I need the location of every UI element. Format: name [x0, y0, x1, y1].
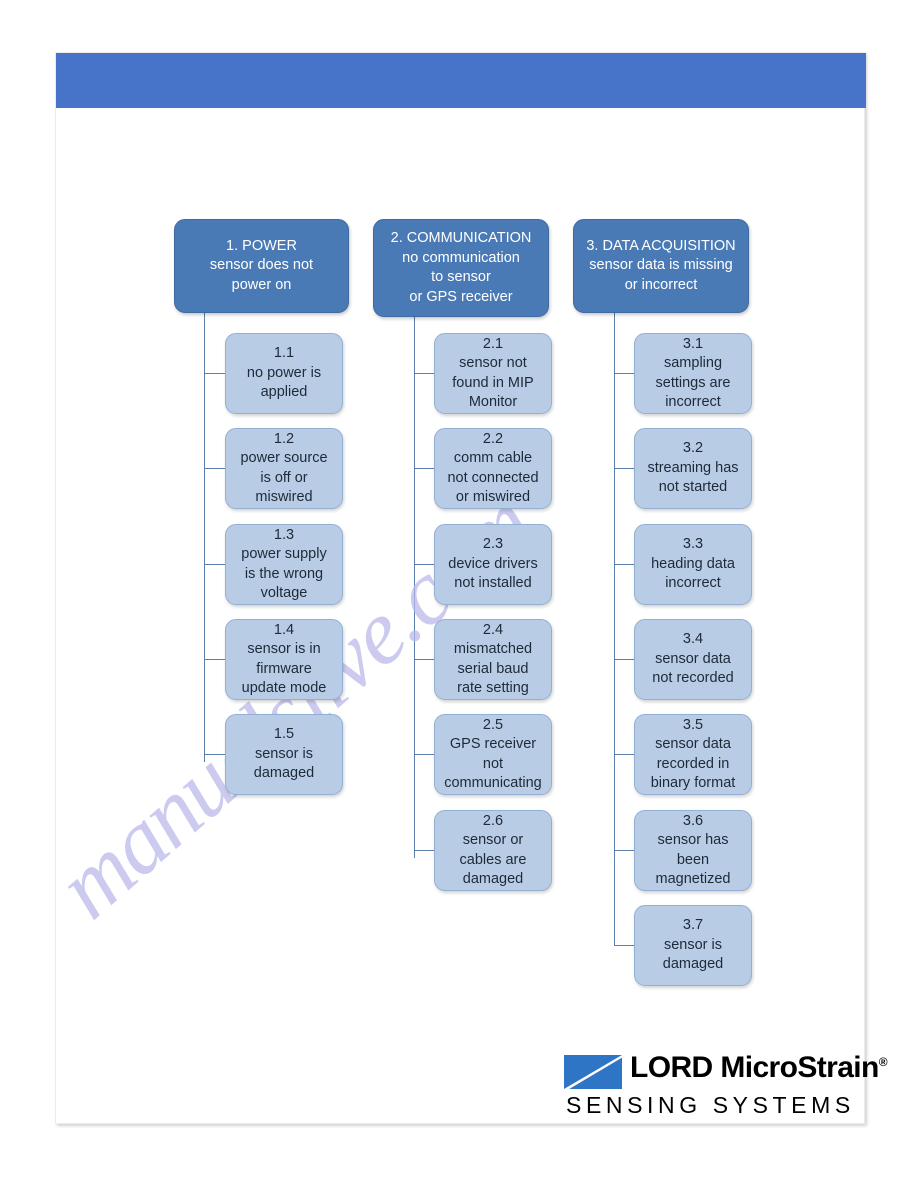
node-child-1-1-label: 1.1 no power is applied	[246, 345, 322, 401]
node-child-3-4-label: 3.4 sensor data not recorded	[652, 631, 734, 687]
node-child-3-5-label: 3.5 sensor data recorded in binary forma…	[650, 716, 736, 792]
node-child-3-5[interactable]: 3.5 sensor data recorded in binary forma…	[634, 714, 752, 795]
node-child-1-4-label: 1.4 sensor is in firmware update mode	[241, 621, 327, 697]
node-parent-data-acquisition-label: 3. DATA ACQUISITION sensor data is missi…	[586, 237, 736, 293]
connector-branch-2-3	[414, 564, 434, 566]
connector-branch-3-2	[614, 468, 634, 470]
connector-branch-3-3	[614, 564, 634, 566]
node-child-3-3[interactable]: 3.3 heading data incorrect	[634, 524, 752, 605]
connector-branch-2-5	[414, 754, 434, 756]
node-child-3-1[interactable]: 3.1 sampling settings are incorrect	[634, 333, 752, 414]
node-child-2-4-label: 2.4 mismatched serial baud rate setting	[453, 621, 533, 697]
node-child-2-2-label: 2.2 comm cable not connected or miswired	[447, 430, 539, 506]
connector-branch-3-4	[614, 659, 634, 661]
connector-branch-2-1	[414, 373, 434, 375]
node-parent-communication-label: 2. COMMUNICATION no communication to sen…	[390, 230, 532, 305]
node-child-2-6-label: 2.6 sensor or cables are damaged	[459, 812, 527, 888]
node-child-2-1[interactable]: 2.1 sensor not found in MIP Monitor	[434, 333, 552, 414]
connector-branch-2-4	[414, 659, 434, 661]
node-child-2-1-label: 2.1 sensor not found in MIP Monitor	[452, 335, 534, 411]
connector-branch-2-2	[414, 468, 434, 470]
lord-microstrain-mark-icon	[564, 1055, 622, 1089]
node-child-1-5[interactable]: 1.5 sensor is damaged	[225, 714, 343, 795]
node-child-2-3[interactable]: 2.3 device drivers not installed	[434, 524, 552, 605]
connector-trunk-power	[204, 313, 206, 762]
node-child-3-6-label: 3.6 sensor has been magnetized	[655, 812, 731, 888]
node-child-1-1[interactable]: 1.1 no power is applied	[225, 333, 343, 414]
node-parent-communication[interactable]: 2. COMMUNICATION no communication to sen…	[373, 219, 549, 317]
node-child-3-4[interactable]: 3.4 sensor data not recorded	[634, 619, 752, 700]
connector-branch-3-6	[614, 850, 634, 852]
connector-branch-1-5	[204, 754, 225, 756]
node-child-1-3-label: 1.3 power supply is the wrong voltage	[241, 526, 327, 602]
document-page: manualslive.com 1. POWER sensor does not…	[38, 52, 888, 1125]
node-child-2-4[interactable]: 2.4 mismatched serial baud rate setting	[434, 619, 552, 700]
connector-branch-1-3	[204, 564, 225, 566]
node-parent-power-label: 1. POWER sensor does not power on	[209, 237, 314, 293]
connector-branch-1-1	[204, 373, 225, 375]
node-child-3-6[interactable]: 3.6 sensor has been magnetized	[634, 810, 752, 891]
node-child-3-3-label: 3.3 heading data incorrect	[651, 536, 735, 592]
node-parent-power[interactable]: 1. POWER sensor does not power on	[174, 219, 349, 313]
connector-branch-1-2	[204, 468, 225, 470]
node-child-2-3-label: 2.3 device drivers not installed	[448, 536, 538, 592]
connector-branch-1-4	[204, 659, 225, 661]
troubleshooting-diagram: 1. POWER sensor does not power on 1.1 no…	[56, 53, 866, 1125]
node-child-2-2[interactable]: 2.2 comm cable not connected or miswired	[434, 428, 552, 509]
connector-branch-2-6	[414, 850, 434, 852]
node-parent-data-acquisition[interactable]: 3. DATA ACQUISITION sensor data is missi…	[573, 219, 749, 313]
node-child-1-3[interactable]: 1.3 power supply is the wrong voltage	[225, 524, 343, 605]
node-child-2-5[interactable]: 2.5 GPS receiver not communicating	[434, 714, 552, 795]
node-child-1-5-label: 1.5 sensor is damaged	[253, 726, 315, 782]
logo-wordmark: LORD MicroStrain®	[630, 1051, 888, 1085]
node-child-1-4[interactable]: 1.4 sensor is in firmware update mode	[225, 619, 343, 700]
node-child-3-1-label: 3.1 sampling settings are incorrect	[655, 335, 731, 411]
connector-branch-3-7	[614, 945, 634, 947]
node-child-3-2[interactable]: 3.2 streaming has not started	[634, 428, 752, 509]
connector-branch-3-1	[614, 373, 634, 375]
registered-trademark-icon: ®	[878, 1055, 888, 1069]
node-child-2-5-label: 2.5 GPS receiver not communicating	[444, 716, 542, 792]
node-child-2-6[interactable]: 2.6 sensor or cables are damaged	[434, 810, 552, 891]
connector-trunk-communication	[414, 317, 416, 858]
node-child-3-7[interactable]: 3.7 sensor is damaged	[634, 905, 752, 986]
node-child-1-2[interactable]: 1.2 power source is off or miswired	[225, 428, 343, 509]
node-child-1-2-label: 1.2 power source is off or miswired	[240, 430, 328, 506]
node-child-3-7-label: 3.7 sensor is damaged	[662, 917, 724, 973]
node-child-3-2-label: 3.2 streaming has not started	[647, 440, 739, 496]
connector-branch-3-5	[614, 754, 634, 756]
brand-logo: LORD MicroStrain® SENSING SYSTEMS	[564, 1051, 888, 1123]
logo-brand-text: LORD MicroStrain	[630, 1051, 879, 1084]
logo-tagline: SENSING SYSTEMS	[566, 1092, 855, 1118]
